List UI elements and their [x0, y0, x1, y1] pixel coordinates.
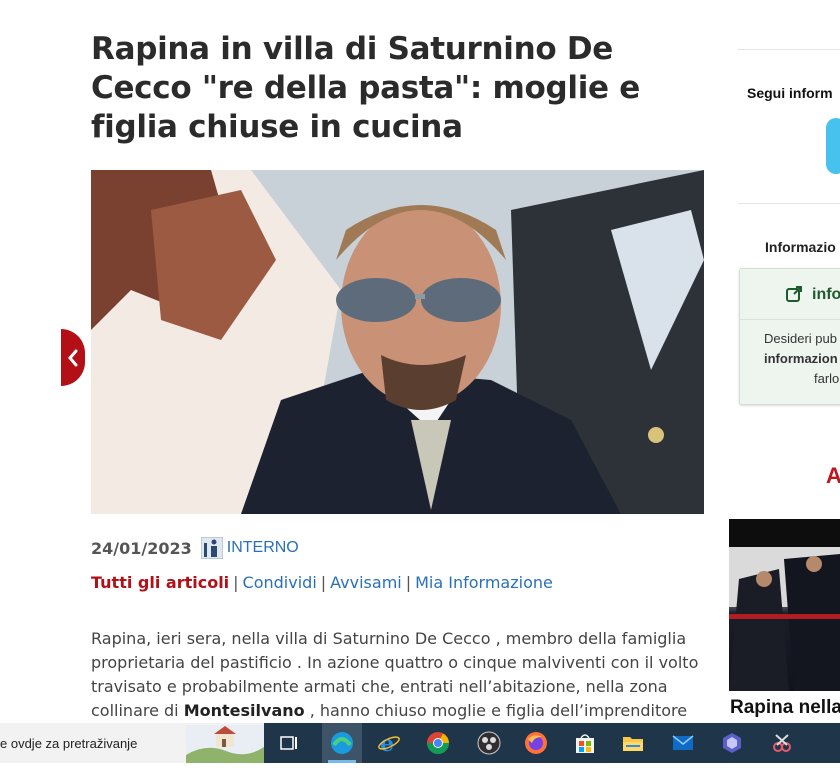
task-view-icon[interactable]: [277, 731, 301, 755]
chevron-left-icon: [68, 349, 78, 366]
article-date: 24/01/2023: [91, 538, 192, 558]
sidebar-news-headline[interactable]: Rapina nella: [730, 697, 840, 719]
ie-icon[interactable]: e: [377, 731, 401, 757]
sidebar-box-title: info: [812, 286, 840, 303]
chrome-icon[interactable]: [426, 731, 450, 755]
my-info-link[interactable]: Mia Informazione: [415, 573, 553, 592]
search-highlight-illustration-icon: [186, 725, 264, 763]
sidebar-box-line: informazion: [764, 351, 838, 366]
sidebar-box-text: Desideri pub informazion farlo: [764, 329, 840, 389]
windows-taskbar: e ovdje za pretraživanje e: [0, 723, 840, 763]
gallery-prev-button[interactable]: [61, 329, 85, 386]
firefox-icon[interactable]: [524, 731, 548, 755]
sidebar-box-line: Desideri pub: [764, 331, 837, 346]
sidebar-info-heading: Informazio: [765, 239, 836, 255]
article-photo: [91, 170, 704, 514]
link-separator: |: [405, 573, 412, 592]
sidebar-divider: [738, 49, 840, 50]
all-articles-link[interactable]: Tutti gli articoli: [91, 573, 229, 592]
teams-icon[interactable]: [720, 731, 744, 755]
article-title: Rapina in villa di Saturnino De Cecco "r…: [91, 31, 640, 145]
edge-icon[interactable]: [322, 723, 362, 763]
sidebar-red-heading: A: [826, 463, 840, 488]
photo-illustration: [91, 170, 704, 514]
link-separator: |: [320, 573, 327, 592]
mail-icon[interactable]: [671, 731, 695, 755]
snipping-icon[interactable]: [770, 731, 794, 755]
store-icon[interactable]: [573, 731, 597, 755]
article-links: Tutti gli articoli | Condividi | Avvisami | Mi…: [91, 573, 553, 592]
sidebar-box-line: farlo: [814, 371, 840, 386]
link-separator: |: [233, 573, 239, 592]
notify-link[interactable]: Avvisami: [330, 573, 402, 592]
file-explorer-icon[interactable]: [621, 731, 645, 755]
taskbar-search-box[interactable]: e ovdje za pretraživanje: [0, 723, 264, 763]
taskbar-search-placeholder: e ovdje za pretraživanje: [0, 736, 138, 751]
category-icon: [200, 536, 224, 560]
sidebar-news-photo[interactable]: [729, 519, 840, 691]
sidebar-follow-heading: Segui inform: [747, 85, 833, 101]
category-link[interactable]: INTERNO: [227, 539, 299, 557]
sidebar-divider: [738, 203, 840, 204]
sidebar-box-divider: [740, 319, 840, 320]
article-meta: 24/01/2023 INTERNO: [91, 536, 299, 560]
location-highlight: Montesilvano: [183, 701, 305, 720]
share-link[interactable]: Condividi: [243, 573, 317, 592]
obs-icon[interactable]: [477, 731, 501, 755]
sidebar-info-box[interactable]: info Desideri pub informazion farlo: [739, 268, 840, 405]
twitter-icon[interactable]: [826, 118, 840, 174]
external-link-icon: [786, 286, 802, 307]
